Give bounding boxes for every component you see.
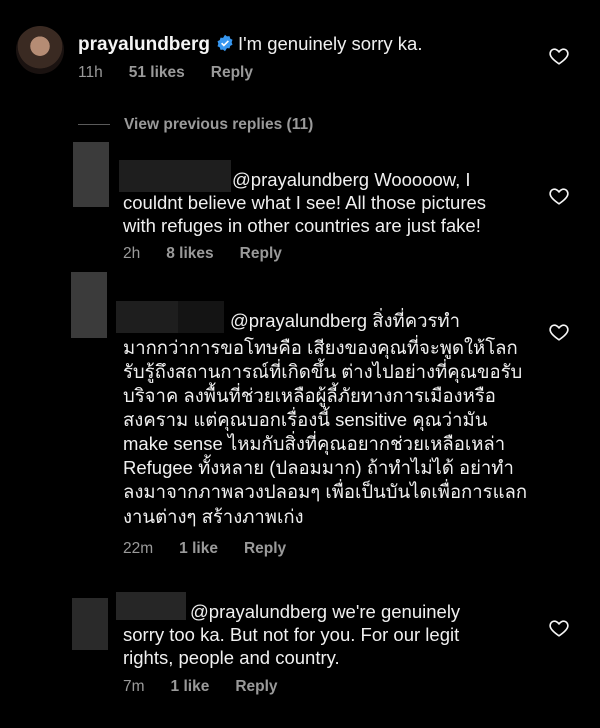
likes-count[interactable]: 8 likes <box>166 245 213 262</box>
heart-icon[interactable] <box>548 45 570 67</box>
reply-line: with refuges in other countries are just… <box>123 215 481 236</box>
reply-line: rights, people and country. <box>123 647 340 668</box>
reply-meta: 2h 8 likes Reply <box>123 245 308 263</box>
avatar-prayalundberg[interactable] <box>16 26 64 74</box>
comment-time: 2h <box>123 245 141 262</box>
heart-icon[interactable] <box>548 185 570 207</box>
username-redacted[interactable] <box>116 592 186 620</box>
reply-line: Refugee ทั้งหลาย (ปลอมมาก) ถ้าทำไม่ได้ อ… <box>123 457 514 478</box>
username-redacted[interactable] <box>116 301 178 333</box>
avatar-redacted[interactable] <box>71 272 107 338</box>
comment-time: 22m <box>123 540 154 557</box>
avatar-redacted[interactable] <box>73 142 109 207</box>
username-redacted[interactable] <box>119 160 231 192</box>
comment-text: I'm genuinely sorry ka. <box>237 33 423 54</box>
avatar-redacted[interactable] <box>72 598 108 650</box>
heart-icon[interactable] <box>548 321 570 343</box>
likes-count[interactable]: 1 like <box>179 540 218 557</box>
reply-line: make sense ไหมกับสิ่งที่คุณอยากช่วยเหลือ… <box>123 433 506 454</box>
view-previous-replies[interactable]: View previous replies (11) <box>124 116 313 134</box>
likes-count[interactable]: 1 like <box>171 678 210 695</box>
reply-line: ลงมาจากภาพลวงปลอมๆ เพื่อเป็นบันไดเพื่อกา… <box>123 481 528 502</box>
reply-meta: 7m 1 like Reply <box>123 678 304 696</box>
reply-line: บริจาค ลงพื้นที่ช่วยเหลือผู้ลี้ภัยทางการ… <box>123 385 496 406</box>
reply-meta: 22m 1 like Reply <box>123 540 312 558</box>
reply-line: sorry too ka. But not for you. For our l… <box>123 624 460 645</box>
reply-button[interactable]: Reply <box>235 678 277 695</box>
reply-line: งานต่างๆ สร้างภาพเก่ง <box>123 506 304 527</box>
verified-badge-icon <box>217 34 233 52</box>
username-redacted[interactable] <box>178 301 224 333</box>
reply-button[interactable]: Reply <box>244 540 286 557</box>
reply-line: @prayalundberg Wooooow, I <box>232 169 471 190</box>
heart-icon[interactable] <box>548 617 570 639</box>
reply-line: รับรู้ถึงสถานการณ์ที่เกิดขึ้น ต่างไปอย่า… <box>123 361 523 382</box>
reply-line: สงคราม แต่คุณบอกเรื่องนี้ sensitive คุณว… <box>123 409 488 430</box>
divider-line <box>78 124 110 125</box>
reply-line: @prayalundberg สิ่งที่ควรทำ <box>230 310 461 331</box>
likes-count[interactable]: 51 likes <box>129 64 185 81</box>
main-comment: prayalundberg I'm genuinely sorry ka. <box>78 32 422 56</box>
reply-line: @prayalundberg we're genuinely <box>190 601 461 622</box>
comment-time: 11h <box>78 64 103 81</box>
main-comment-meta: 11h 51 likes Reply <box>78 64 279 82</box>
reply-button[interactable]: Reply <box>211 64 253 81</box>
reply-line: couldnt believe what I see! All those pi… <box>123 192 487 213</box>
reply-line: มากกว่าการขอโทษคือ เสียงของคุณที่จะพูดให… <box>123 337 518 358</box>
reply-button[interactable]: Reply <box>240 245 282 262</box>
comment-time: 7m <box>123 678 145 695</box>
comment-username[interactable]: prayalundberg <box>78 34 210 55</box>
